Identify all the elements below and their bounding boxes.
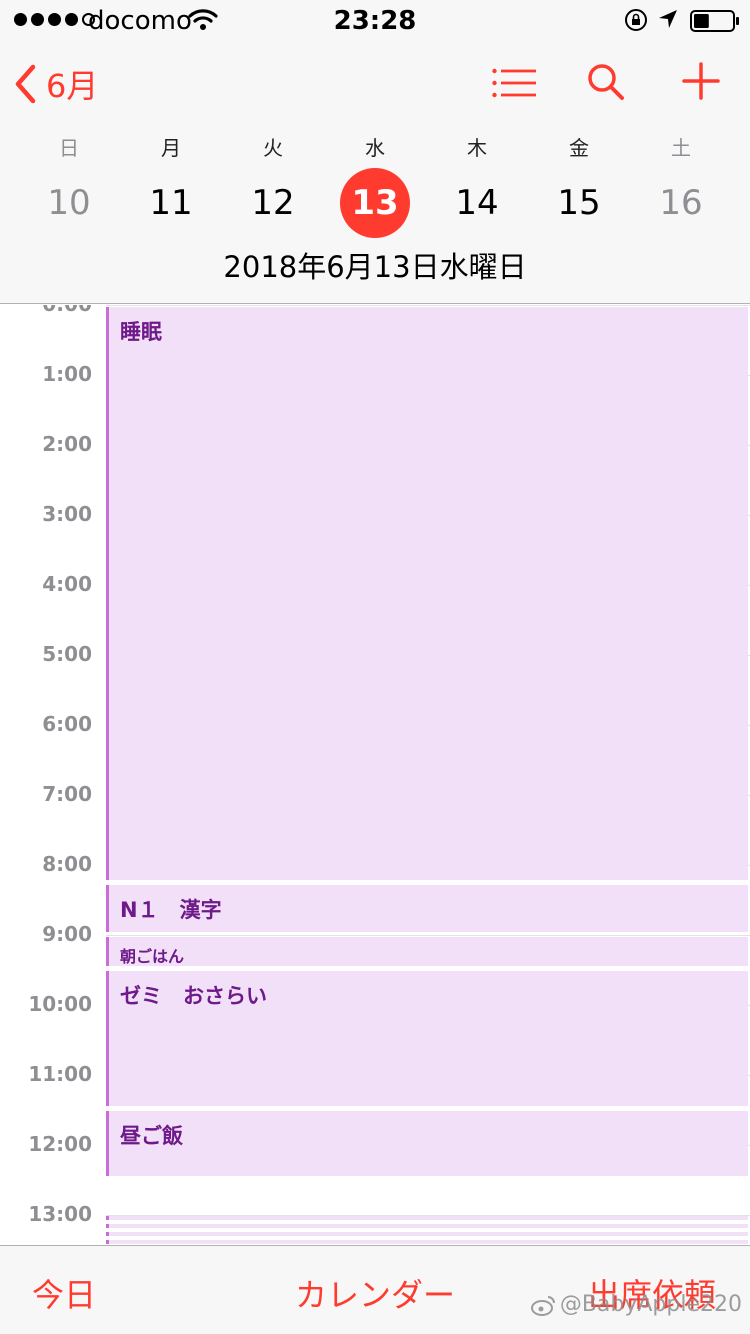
- location-arrow-icon: [658, 9, 678, 33]
- event-block[interactable]: 昼ご飯: [106, 1111, 748, 1176]
- event-title: 昼ご飯: [120, 1124, 183, 1148]
- event-block[interactable]: 朝ごはん: [106, 937, 748, 966]
- day-cell[interactable]: 10: [18, 168, 120, 238]
- add-event-button[interactable]: [682, 62, 720, 104]
- day-number: 13: [340, 168, 410, 238]
- event-block-partial[interactable]: [106, 1224, 748, 1228]
- day-cell-selected[interactable]: 13: [324, 168, 426, 238]
- weekday-label: 木: [467, 136, 487, 160]
- search-icon: [588, 64, 624, 100]
- hour-label: 4:00: [42, 572, 92, 596]
- day-cell[interactable]: 14: [426, 168, 528, 238]
- day-cell[interactable]: 16: [630, 168, 732, 238]
- event-block-partial[interactable]: [106, 1240, 748, 1244]
- bottom-toolbar: 今日 カレンダー 出席依頼 @BabyApple220: [0, 1245, 750, 1334]
- day-timeline[interactable]: 0:00 1:00 2:00 3:00 4:00 5:00 6:00 7:00 …: [0, 305, 750, 1245]
- weekday-label: 月: [161, 136, 181, 160]
- hour-label: 6:00: [42, 712, 92, 736]
- weekday-label: 日: [59, 136, 79, 160]
- status-bar: docomo 23:28: [0, 0, 750, 40]
- watermark: @BabyApple220: [530, 1292, 742, 1317]
- selected-date-title: 2018年6月13日水曜日: [223, 250, 527, 284]
- hour-label: 10:00: [28, 992, 92, 1016]
- event-title: 睡眠: [120, 320, 162, 344]
- event-title: 朝ごはん: [120, 947, 185, 966]
- hour-label: 0:00: [0, 305, 92, 316]
- battery-icon: [690, 10, 740, 36]
- hour-label: 13:00: [28, 1202, 92, 1226]
- day-cell[interactable]: 11: [120, 168, 222, 238]
- event-block-partial[interactable]: [106, 1232, 748, 1236]
- weekday-label: 金: [569, 136, 589, 160]
- hour-label: 5:00: [42, 642, 92, 666]
- event-block[interactable]: 睡眠: [106, 307, 748, 880]
- calendar-header: 6月 日 月 火 水 木 金 土 10 11 12 13 14 15 16 20…: [0, 40, 750, 304]
- day-number: 16: [659, 183, 703, 223]
- day-cell[interactable]: 12: [222, 168, 324, 238]
- hour-label: 9:00: [42, 922, 92, 946]
- plus-icon: [682, 62, 720, 100]
- day-number: 15: [557, 183, 601, 223]
- event-block[interactable]: N１ 漢字: [106, 885, 748, 932]
- hour-label: 11:00: [28, 1062, 92, 1086]
- event-block[interactable]: ゼミ おさらい: [106, 971, 748, 1106]
- day-number: 11: [149, 183, 193, 223]
- list-view-button[interactable]: [492, 68, 536, 102]
- event-block-partial[interactable]: [106, 1216, 748, 1220]
- event-title: ゼミ おさらい: [120, 984, 267, 1008]
- hour-label: 7:00: [42, 782, 92, 806]
- back-label: 6月: [46, 67, 99, 105]
- search-button[interactable]: [586, 62, 626, 106]
- day-number: 14: [455, 183, 499, 223]
- weekday-label: 火: [263, 136, 283, 160]
- list-icon: [492, 68, 536, 98]
- day-number: 10: [47, 183, 91, 223]
- rotation-lock-icon: [624, 8, 648, 36]
- watermark-text: @BabyApple220: [559, 1292, 742, 1317]
- hour-label: 3:00: [42, 502, 92, 526]
- weekday-label: 水: [365, 136, 385, 160]
- hour-label: 12:00: [28, 1132, 92, 1156]
- day-number: 12: [251, 183, 295, 223]
- week-strip: 10 11 12 13 14 15 16: [18, 168, 732, 238]
- hour-label: 1:00: [42, 362, 92, 386]
- hour-label: 2:00: [42, 432, 92, 456]
- day-cell[interactable]: 15: [528, 168, 630, 238]
- hour-label: 8:00: [42, 852, 92, 876]
- event-title: N１ 漢字: [120, 898, 222, 922]
- weekday-header: 日 月 火 水 木 金 土: [18, 132, 732, 161]
- weibo-icon: [530, 1295, 555, 1316]
- back-to-month-button[interactable]: 6月: [14, 62, 98, 106]
- weekday-label: 土: [671, 136, 691, 160]
- chevron-left-icon: [15, 64, 36, 104]
